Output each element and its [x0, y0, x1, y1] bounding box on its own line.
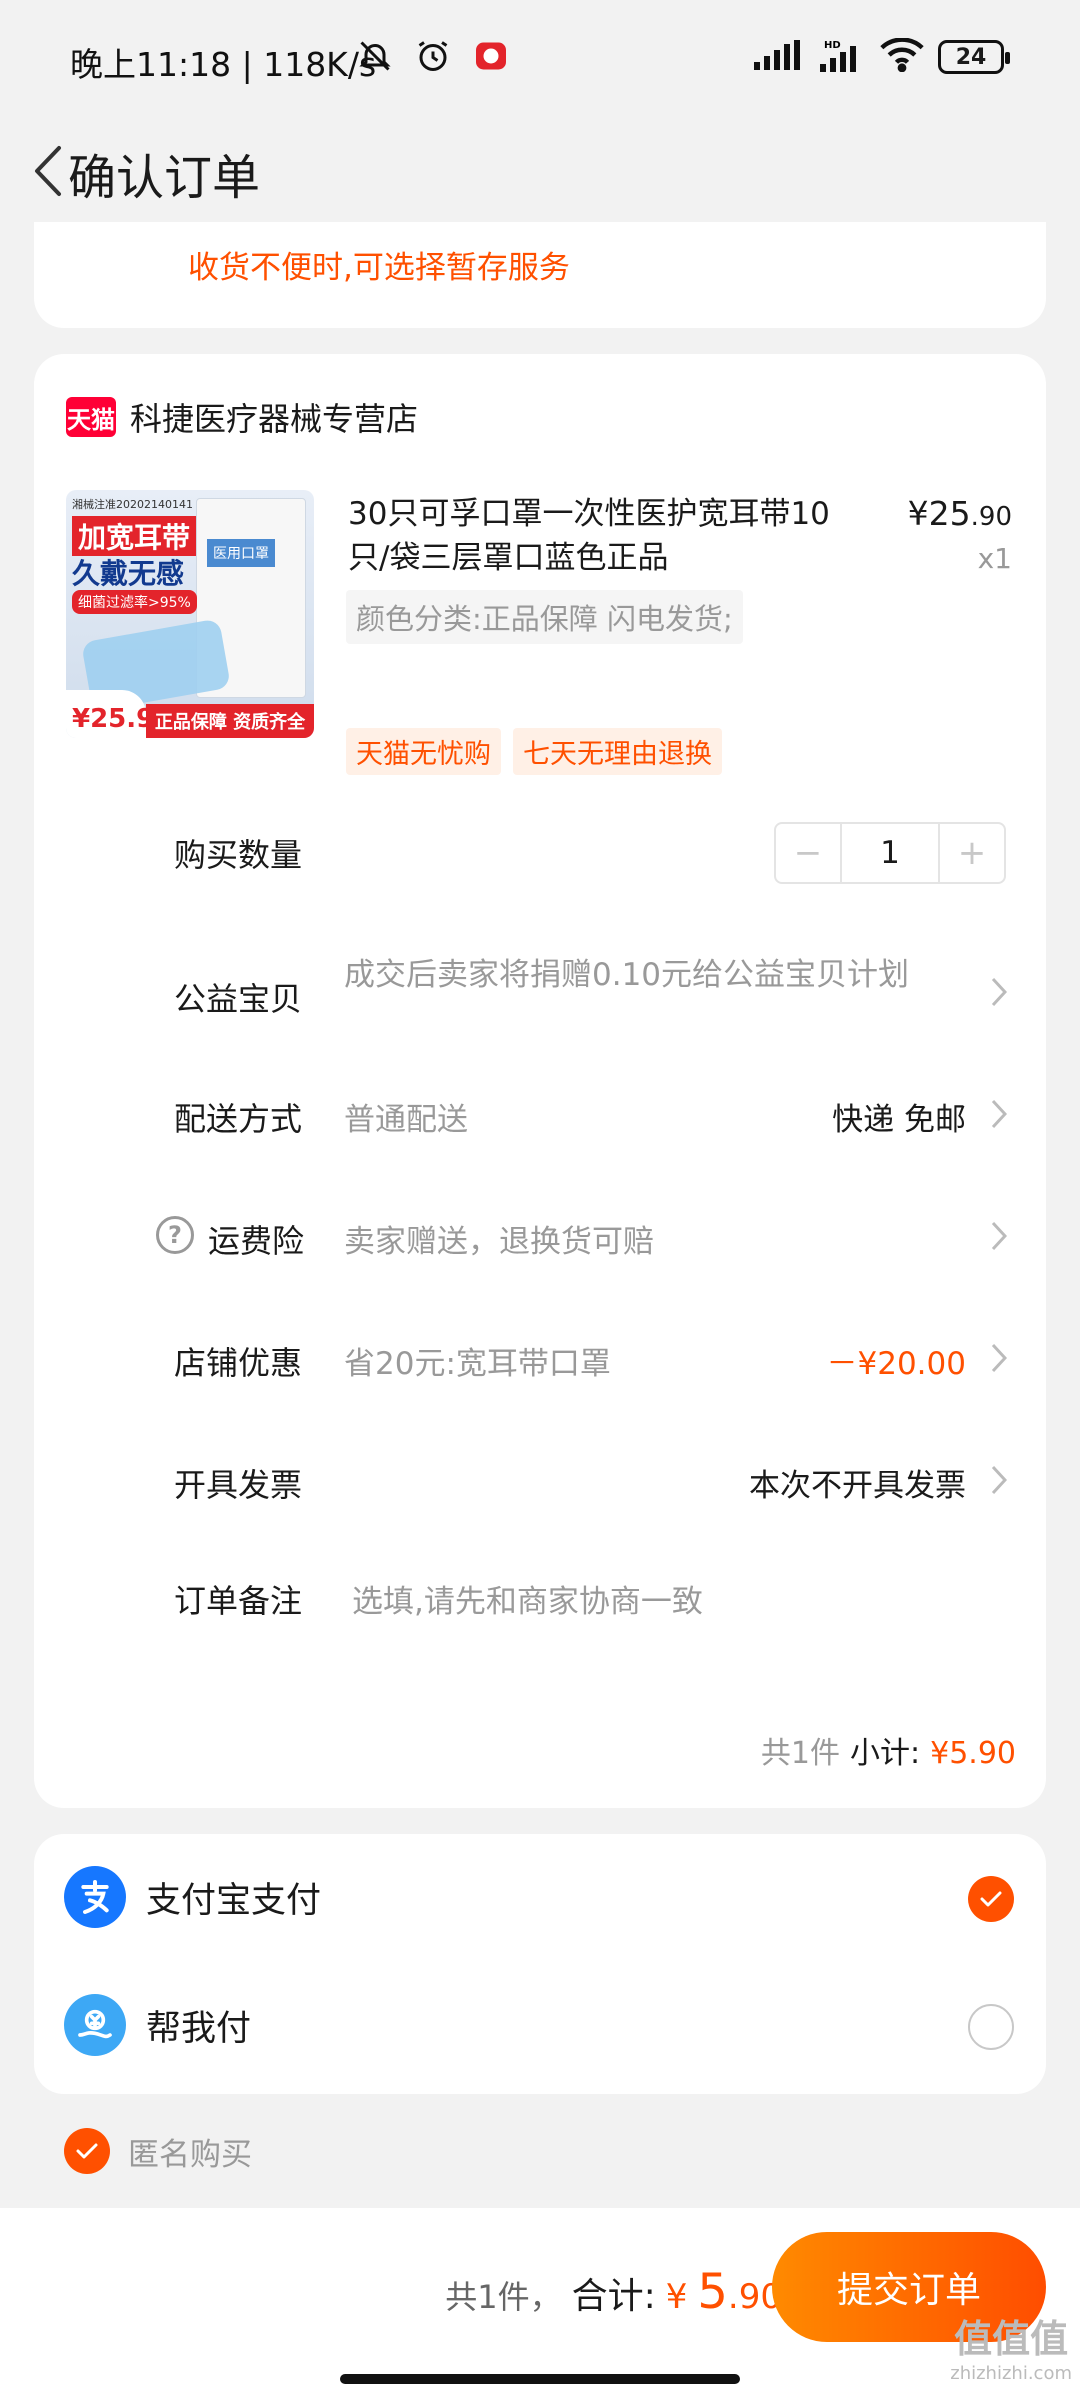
store-header[interactable]: 天猫 科捷医疗器械专营店 — [66, 394, 418, 440]
home-indicator[interactable] — [340, 2374, 740, 2384]
delivery-label: 配送方式 — [174, 1100, 303, 1138]
row-invoice[interactable]: 开具发票 本次不开具发票 — [34, 1460, 1046, 1540]
bell-muted-icon — [355, 36, 395, 76]
status-time: 晚上11:18 | 118K/s — [70, 45, 377, 84]
alipay-label: 支付宝支付 — [146, 1881, 322, 1921]
quantity-label: 购买数量 — [174, 836, 303, 874]
charity-desc: 成交后卖家将捐赠0.10元给公益宝贝计划 — [344, 957, 910, 993]
address-card[interactable]: 收货不便时,可选择暂存服务 — [34, 222, 1046, 328]
store-name[interactable]: 科捷医疗器械专营店 — [130, 394, 418, 440]
increment-button[interactable]: + — [940, 824, 1004, 882]
alarm-icon — [413, 36, 453, 76]
chevron-right-icon — [986, 1460, 1012, 1500]
nav-bar: 确认订单 — [0, 118, 1080, 228]
subtotal: 共1件 小计: ¥5.90 — [760, 1736, 1016, 1771]
order-note-label: 订单备注 — [174, 1582, 303, 1620]
wifi-icon — [880, 37, 924, 76]
help-pay-radio[interactable] — [968, 2004, 1014, 2050]
row-charity[interactable]: 公益宝贝 成交后卖家将捐赠0.10元给公益宝贝计划 — [34, 952, 1046, 1032]
store-discount-desc: 省20元:宽耳带口罩 — [344, 1346, 611, 1382]
anonymous-label: 匿名购买 — [128, 2136, 252, 2173]
decrement-button[interactable]: − — [776, 824, 840, 882]
freight-insurance-label: 运费险 — [208, 1222, 305, 1260]
chevron-left-icon — [35, 146, 61, 196]
anonymous-checkbox[interactable] — [64, 2128, 110, 2174]
signal-hd-icon: HD — [820, 38, 866, 76]
battery-icon: 24 — [938, 40, 1010, 74]
signal-icon — [754, 40, 806, 74]
status-bar: 晚上11:18 | 118K/s HD 24 — [0, 0, 1080, 118]
row-store-discount[interactable]: 店铺优惠 省20元:宽耳带口罩 －¥20.00 — [34, 1338, 1046, 1418]
quantity-stepper[interactable]: − 1 + — [774, 822, 1006, 884]
alipay-radio-checked[interactable] — [968, 1876, 1014, 1922]
delivery-value: 快递 免邮 — [832, 1102, 966, 1138]
freight-insurance-desc: 卖家赠送，退换货可赔 — [344, 1224, 654, 1260]
store-discount-label: 店铺优惠 — [174, 1344, 303, 1382]
product-image[interactable]: 医用口罩 湘械注准20202140141 加宽耳带 久戴无感 细菌过滤率>95%… — [66, 490, 314, 738]
payment-card: 支付宝支付 帮我付 — [34, 1834, 1046, 2094]
help-pay-icon — [64, 1994, 126, 2056]
chevron-right-icon — [986, 1216, 1012, 1256]
service-tags: 天猫无忧购 七天无理由退换 — [346, 728, 722, 775]
product-quantity: x1 — [977, 542, 1012, 575]
anonymous-purchase[interactable]: 匿名购买 — [64, 2128, 252, 2174]
order-note-input[interactable]: 选填,请先和商家协商一致 — [352, 1576, 703, 1621]
chevron-right-icon — [986, 1338, 1012, 1378]
row-order-note: 订单备注 选填,请先和商家协商一致 — [34, 1576, 1046, 1656]
product-price: ¥25.90 — [907, 494, 1012, 533]
order-total: 共1件， 合计: ¥ 5.90 — [445, 2264, 782, 2320]
bottom-bar: 共1件， 合计: ¥ 5.90 提交订单 值值值 zhizhizhi.com — [0, 2208, 1080, 2400]
service-tag[interactable]: 七天无理由退换 — [513, 728, 722, 775]
row-delivery[interactable]: 配送方式 普通配送 快递 免邮 — [34, 1094, 1046, 1174]
tmall-icon: 天猫 — [66, 397, 116, 437]
question-icon[interactable]: ? — [156, 1216, 194, 1254]
store-discount-value: －¥20.00 — [826, 1346, 966, 1382]
delivery-method: 普通配送 — [344, 1102, 468, 1138]
order-card: 天猫 科捷医疗器械专营店 医用口罩 湘械注准20202140141 加宽耳带 久… — [34, 354, 1046, 1808]
chevron-right-icon — [986, 972, 1012, 1012]
temp-storage-tip[interactable]: 收货不便时,可选择暂存服务 — [188, 242, 570, 287]
alipay-icon — [64, 1866, 126, 1928]
service-tag[interactable]: 天猫无忧购 — [346, 728, 501, 775]
quantity-value[interactable]: 1 — [840, 824, 940, 882]
product-title[interactable]: 30只可孚口罩一次性医护宽耳带10只/袋三层罩口蓝色正品 — [348, 492, 868, 580]
row-freight-insurance[interactable]: ? 运费险 卖家赠送，退换货可赔 — [34, 1216, 1046, 1296]
watermark: 值值值 zhizhizhi.com — [950, 2317, 1072, 2384]
page-title: 确认订单 — [68, 150, 261, 206]
svg-text:HD: HD — [824, 40, 841, 51]
payment-option-help-pay[interactable]: 帮我付 — [34, 1970, 1046, 2080]
check-icon — [980, 1891, 1002, 1907]
help-pay-label: 帮我付 — [146, 2009, 252, 2049]
app-notification-icon — [471, 36, 511, 76]
payment-option-alipay[interactable]: 支付宝支付 — [34, 1842, 1046, 1952]
check-icon — [76, 2143, 98, 2159]
charity-label: 公益宝贝 — [174, 980, 303, 1018]
product-spec[interactable]: 颜色分类:正品保障 闪电发货; — [346, 590, 743, 644]
invoice-label: 开具发票 — [174, 1466, 303, 1504]
chevron-right-icon — [986, 1094, 1012, 1134]
invoice-value: 本次不开具发票 — [749, 1468, 966, 1504]
